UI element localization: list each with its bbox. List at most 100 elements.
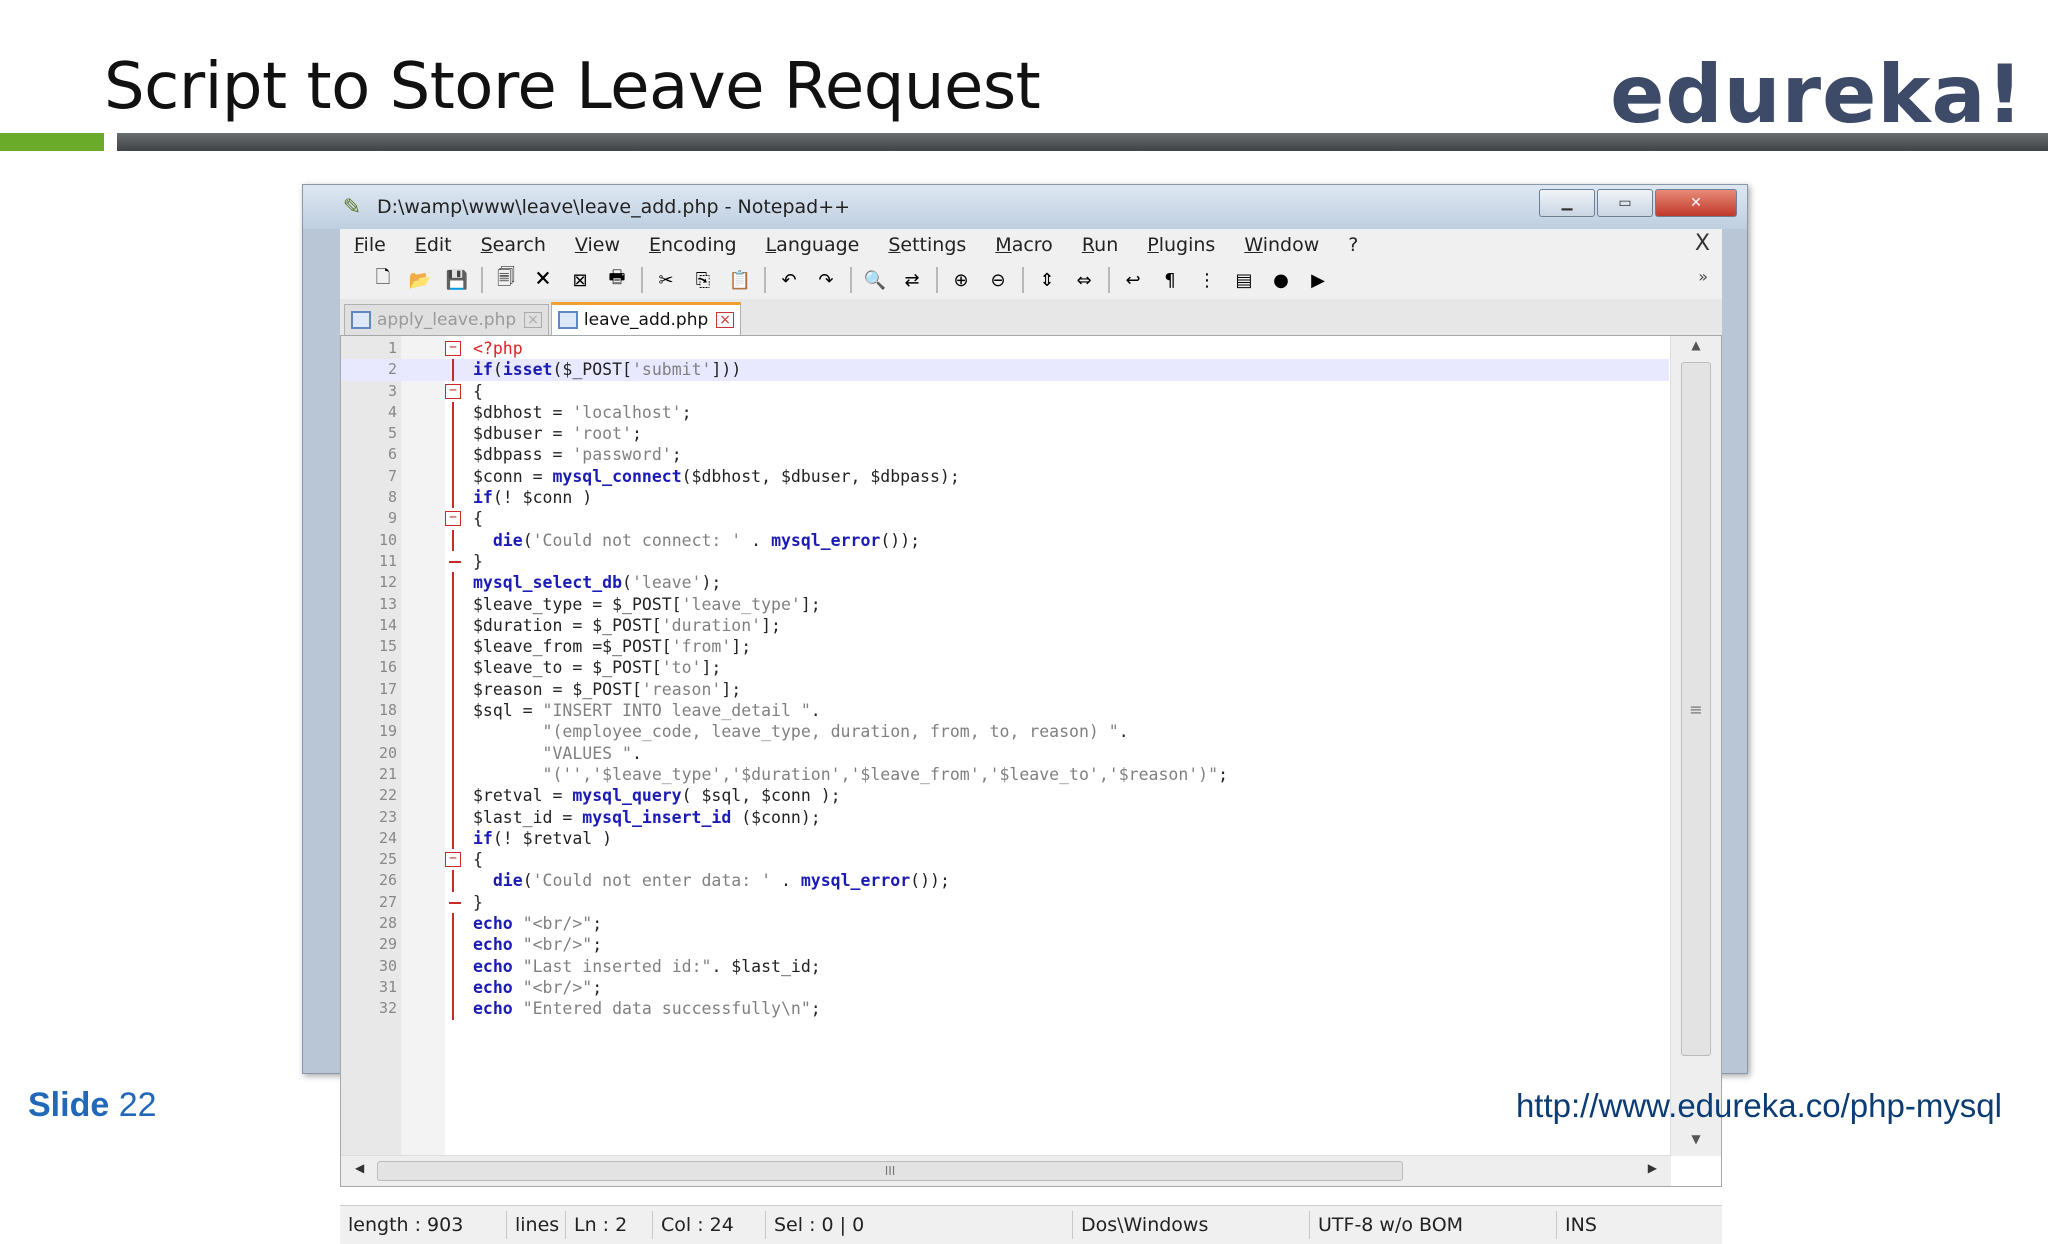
- zoom-in-icon[interactable]: ⊕: [946, 267, 976, 293]
- code-line[interactable]: 31 echo "<br/>";: [341, 976, 1669, 999]
- code-line[interactable]: 23 $last_id = mysql_insert_id ($conn);: [341, 806, 1669, 828]
- code-line[interactable]: 29 echo "<br/>";: [341, 934, 1669, 956]
- code-line[interactable]: 6 $dbpass = 'password';: [341, 444, 1669, 466]
- menu-item-language[interactable]: Language: [766, 234, 860, 256]
- cut-icon[interactable]: ✂: [651, 267, 681, 293]
- fold-toggle-icon[interactable]: −: [445, 511, 461, 527]
- horizontal-scrollbar[interactable]: ◀ III ▶: [341, 1155, 1671, 1186]
- scroll-down-icon[interactable]: ▼: [1671, 1132, 1721, 1154]
- code-line[interactable]: 13 $leave_type = $_POST['leave_type'];: [341, 593, 1669, 615]
- close-icon[interactable]: 🗙: [528, 267, 558, 293]
- show-all-chars-icon[interactable]: ¶: [1155, 267, 1185, 293]
- fold-toggle-icon[interactable]: −: [445, 852, 461, 868]
- tab-close-icon[interactable]: ×: [716, 312, 735, 328]
- code-line[interactable]: 4 $dbhost = 'localhost';: [341, 401, 1669, 424]
- code-line[interactable]: 10 die('Could not connect: ' . mysql_err…: [341, 529, 1669, 551]
- tab-leave-add-php[interactable]: leave_add.php ×: [550, 302, 742, 335]
- code-line[interactable]: 20 "VALUES ".: [341, 742, 1669, 764]
- print-icon[interactable]: 🖶: [602, 267, 632, 293]
- find-icon[interactable]: 🔍: [860, 267, 890, 293]
- fold-end-marker: [449, 901, 461, 904]
- code-text: $leave_to = $_POST['to'];: [473, 658, 722, 678]
- menu-item-run[interactable]: Run: [1082, 234, 1118, 256]
- code-line[interactable]: 5 $dbuser = 'root';: [341, 423, 1669, 445]
- code-line[interactable]: 14 $duration = $_POST['duration'];: [341, 614, 1669, 637]
- code-editor[interactable]: 1− <?php 2 if(isset($_POST['submit'])) 3−{4 $…: [340, 335, 1722, 1187]
- save-icon[interactable]: 💾: [442, 267, 472, 293]
- code-line[interactable]: 15 $leave_from =$_POST['from'];: [341, 636, 1669, 658]
- code-line[interactable]: 11}: [341, 551, 1669, 572]
- status-bar: length : 903 lines Ln : 2 Col : 24 Sel :…: [340, 1205, 1722, 1244]
- menu-item-view[interactable]: View: [575, 234, 620, 256]
- minimize-button[interactable]: ▁: [1539, 189, 1595, 217]
- menu-item-settings[interactable]: Settings: [888, 234, 966, 256]
- close-all-icon[interactable]: ⊠: [565, 267, 595, 293]
- menu-item-plugins[interactable]: Plugins: [1147, 234, 1215, 256]
- wrap-icon[interactable]: ↩: [1118, 267, 1148, 293]
- code-line[interactable]: 24 if(! $retval ): [341, 827, 1669, 850]
- sync-v-icon[interactable]: ⇕: [1032, 267, 1062, 293]
- indent-guide-icon[interactable]: ⋮: [1192, 267, 1222, 293]
- open-file-icon[interactable]: 📂: [405, 267, 435, 293]
- code-line[interactable]: 7 $conn = mysql_connect($dbhost, $dbuser,…: [341, 465, 1669, 488]
- copy-icon[interactable]: ⎘: [688, 267, 718, 293]
- code-text: $dbpass = 'password';: [473, 445, 682, 465]
- code-line[interactable]: 21 "('','$leave_type','$duration','$leav…: [341, 763, 1669, 786]
- fold-guide-line: [452, 401, 454, 424]
- code-line[interactable]: 8 if(! $conn ): [341, 487, 1669, 509]
- macro-play-icon[interactable]: ▶: [1303, 267, 1333, 293]
- save-all-icon[interactable]: 🗐: [491, 267, 521, 293]
- code-line[interactable]: 22 $retval = mysql_query( $sql, $conn );: [341, 785, 1669, 807]
- code-line[interactable]: 27}: [341, 892, 1669, 913]
- code-line[interactable]: 2 if(isset($_POST['submit'])): [341, 359, 1669, 381]
- code-line[interactable]: 28 echo "<br/>";: [341, 913, 1669, 935]
- menu-item-encoding[interactable]: Encoding: [649, 234, 737, 256]
- code-line[interactable]: 9 −{: [341, 508, 1669, 529]
- vertical-scroll-thumb[interactable]: ≡: [1681, 362, 1711, 1056]
- fold-guide-line: [452, 487, 454, 509]
- scroll-up-icon[interactable]: ▲: [1671, 338, 1721, 360]
- menu-item-help[interactable]: ?: [1348, 234, 1358, 256]
- menu-item-search[interactable]: Search: [481, 234, 546, 256]
- close-document-button[interactable]: X: [1695, 231, 1710, 256]
- code-line[interactable]: 12 mysql_select_db('leave');: [341, 572, 1669, 594]
- fold-guide-line: [452, 998, 454, 1020]
- menu-item-file[interactable]: File: [354, 234, 386, 256]
- vertical-scrollbar[interactable]: ▲ ≡ ▼: [1670, 336, 1721, 1156]
- new-file-icon[interactable]: 🗋: [368, 267, 398, 293]
- horizontal-scroll-thumb[interactable]: III: [377, 1161, 1403, 1181]
- fold-toggle-icon[interactable]: −: [445, 383, 461, 399]
- code-line[interactable]: 18 $sql = "INSERT INTO leave_detail ".: [341, 700, 1669, 722]
- code-line[interactable]: 17 $reason = $_POST['reason'];: [341, 678, 1669, 701]
- menu-item-window[interactable]: Window: [1244, 234, 1319, 256]
- window-titlebar[interactable]: ✎ D:\wamp\www\leave\leave_add.php - Note…: [303, 185, 1747, 229]
- code-line[interactable]: 16 $leave_to = $_POST['to'];: [341, 657, 1669, 679]
- maximize-button[interactable]: ▭: [1597, 189, 1653, 217]
- redo-icon[interactable]: ↷: [811, 267, 841, 293]
- close-window-button[interactable]: ✕: [1655, 189, 1737, 217]
- toolbar-overflow-button[interactable]: »: [1698, 267, 1708, 286]
- code-line[interactable]: 3 −{: [341, 381, 1669, 402]
- fold-toggle-icon[interactable]: −: [445, 341, 461, 356]
- code-line[interactable]: 30 echo "Last inserted id:". $last_id;: [341, 955, 1669, 977]
- tab-apply-leave-php[interactable]: apply_leave.php ×: [344, 304, 549, 335]
- sync-h-icon[interactable]: ⇔: [1069, 267, 1099, 293]
- menu-item-edit[interactable]: Edit: [415, 234, 452, 256]
- footer-url[interactable]: http://www.edureka.co/php-mysql: [1516, 1087, 2002, 1125]
- replace-icon[interactable]: ⇄: [897, 267, 927, 293]
- macro-icon[interactable]: ●: [1266, 267, 1296, 293]
- code-line[interactable]: 1 − <?php: [341, 338, 1669, 359]
- menu-item-macro[interactable]: Macro: [995, 234, 1053, 256]
- code-text: "(employee_code, leave_type, duration, f…: [542, 722, 1129, 742]
- code-line[interactable]: 25 −{: [341, 849, 1669, 870]
- code-line[interactable]: 26 die('Could not enter data: ' . mysql_…: [341, 870, 1669, 892]
- code-line[interactable]: 19 "(employee_code, leave_type, duration…: [341, 721, 1669, 743]
- undo-icon[interactable]: ↶: [774, 267, 804, 293]
- code-line[interactable]: 32 echo "Entered data successfully\n";: [341, 998, 1669, 1020]
- doc-map-icon[interactable]: ▤: [1229, 267, 1259, 293]
- scroll-left-icon[interactable]: ◀: [355, 1161, 364, 1175]
- tab-close-icon[interactable]: ×: [524, 312, 542, 328]
- zoom-out-icon[interactable]: ⊖: [983, 267, 1013, 293]
- paste-icon[interactable]: 📋: [725, 267, 755, 293]
- scroll-right-icon[interactable]: ▶: [1648, 1161, 1657, 1175]
